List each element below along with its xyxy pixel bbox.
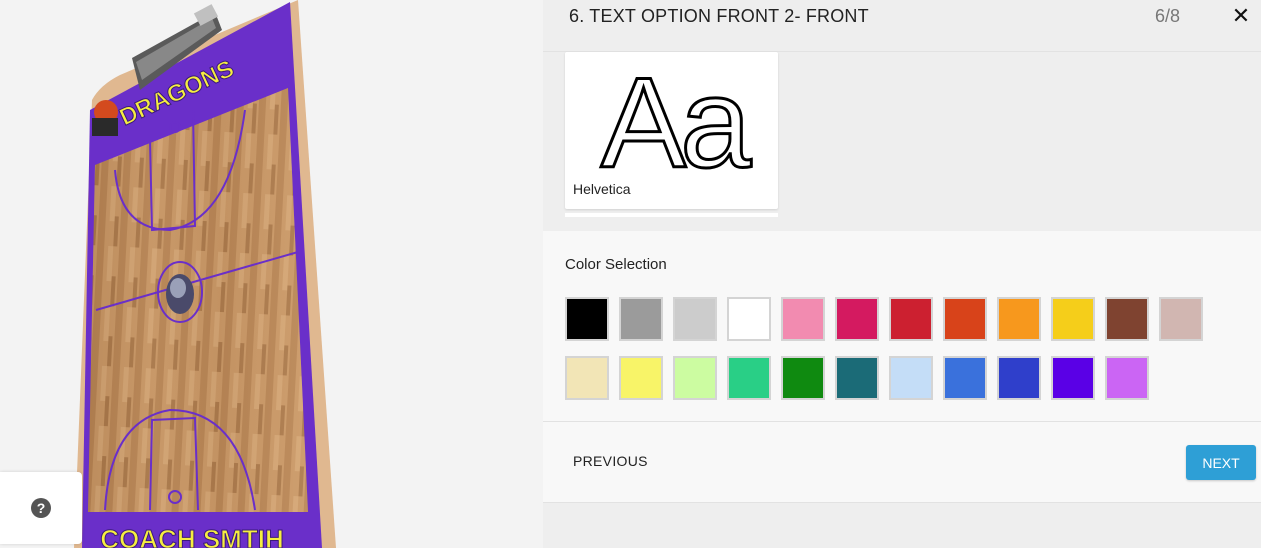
color-swatch[interactable] bbox=[727, 356, 771, 400]
color-swatch[interactable] bbox=[1051, 356, 1095, 400]
color-swatch-fill bbox=[1107, 299, 1147, 339]
color-swatch-fill bbox=[1053, 299, 1093, 339]
color-swatch-fill bbox=[999, 299, 1039, 339]
color-swatch[interactable] bbox=[727, 297, 771, 341]
color-swatch[interactable] bbox=[619, 356, 663, 400]
color-swatch-fill bbox=[621, 299, 661, 339]
color-swatch[interactable] bbox=[565, 356, 609, 400]
color-swatch[interactable] bbox=[997, 297, 1041, 341]
color-swatch[interactable] bbox=[1159, 297, 1203, 341]
color-swatch[interactable] bbox=[781, 356, 825, 400]
color-swatch-fill bbox=[945, 299, 985, 339]
panel-footer bbox=[543, 503, 1261, 548]
color-swatch[interactable] bbox=[835, 297, 879, 341]
color-swatch[interactable] bbox=[835, 356, 879, 400]
color-swatch[interactable] bbox=[997, 356, 1041, 400]
step-header: 6. TEXT OPTION FRONT 2- FRONT 6/8 ✕ bbox=[543, 0, 1261, 52]
color-swatch[interactable] bbox=[781, 297, 825, 341]
color-swatch-fill bbox=[675, 299, 715, 339]
font-option-name: Helvetica bbox=[573, 181, 631, 197]
color-swatch-fill bbox=[1053, 358, 1093, 398]
color-swatch-fill bbox=[891, 358, 931, 398]
color-swatch[interactable] bbox=[889, 356, 933, 400]
config-panel: 6. TEXT OPTION FRONT 2- FRONT 6/8 ✕ Aa H… bbox=[543, 0, 1261, 548]
color-swatch-fill bbox=[837, 299, 877, 339]
color-swatch-fill bbox=[945, 358, 985, 398]
color-swatch-fill bbox=[729, 358, 769, 398]
color-swatch[interactable] bbox=[889, 297, 933, 341]
help-button[interactable]: ? bbox=[0, 472, 82, 544]
font-option-helvetica[interactable]: Aa Helvetica bbox=[565, 52, 778, 209]
color-swatch[interactable] bbox=[1051, 297, 1095, 341]
step-navigation: PREVIOUS NEXT bbox=[543, 422, 1261, 503]
color-swatch-fill bbox=[1107, 358, 1147, 398]
font-sample-preview: Aa bbox=[599, 64, 759, 174]
color-swatch-fill bbox=[783, 299, 823, 339]
step-counter: 6/8 bbox=[1155, 6, 1181, 26]
product-preview: DRAGONS COACH SMTIH ? bbox=[0, 0, 543, 548]
font-selected-indicator bbox=[565, 213, 778, 217]
previous-button[interactable]: PREVIOUS bbox=[573, 453, 648, 469]
color-swatch[interactable] bbox=[673, 356, 717, 400]
coach-name-text: COACH SMTIH bbox=[100, 524, 283, 548]
color-swatch-fill bbox=[783, 358, 823, 398]
color-swatch-fill bbox=[1161, 299, 1201, 339]
step-title: 6. TEXT OPTION FRONT 2- FRONT bbox=[569, 6, 869, 26]
color-swatch[interactable] bbox=[943, 356, 987, 400]
color-swatch-fill bbox=[567, 299, 607, 339]
color-selection: Color Selection bbox=[543, 231, 1261, 422]
color-swatch-fill bbox=[891, 299, 931, 339]
color-swatch-fill bbox=[837, 358, 877, 398]
color-swatch-fill bbox=[999, 358, 1039, 398]
color-swatch[interactable] bbox=[673, 297, 717, 341]
color-swatch[interactable] bbox=[619, 297, 663, 341]
color-swatch[interactable] bbox=[1105, 297, 1149, 341]
color-swatch-fill bbox=[729, 299, 769, 339]
color-swatch-fill bbox=[675, 358, 715, 398]
color-swatch[interactable] bbox=[943, 297, 987, 341]
font-sample-text: Aa bbox=[601, 64, 752, 174]
clipboard-preview: DRAGONS COACH SMTIH bbox=[74, 0, 336, 548]
color-swatch[interactable] bbox=[565, 297, 609, 341]
color-swatch-fill bbox=[621, 358, 661, 398]
color-swatch-fill bbox=[567, 358, 607, 398]
close-icon[interactable]: ✕ bbox=[1230, 5, 1252, 27]
help-icon: ? bbox=[31, 498, 51, 518]
color-selection-label: Color Selection bbox=[565, 256, 667, 273]
next-button[interactable]: NEXT bbox=[1186, 445, 1256, 480]
color-swatch[interactable] bbox=[1105, 356, 1149, 400]
font-options: Aa Helvetica bbox=[543, 52, 1261, 231]
